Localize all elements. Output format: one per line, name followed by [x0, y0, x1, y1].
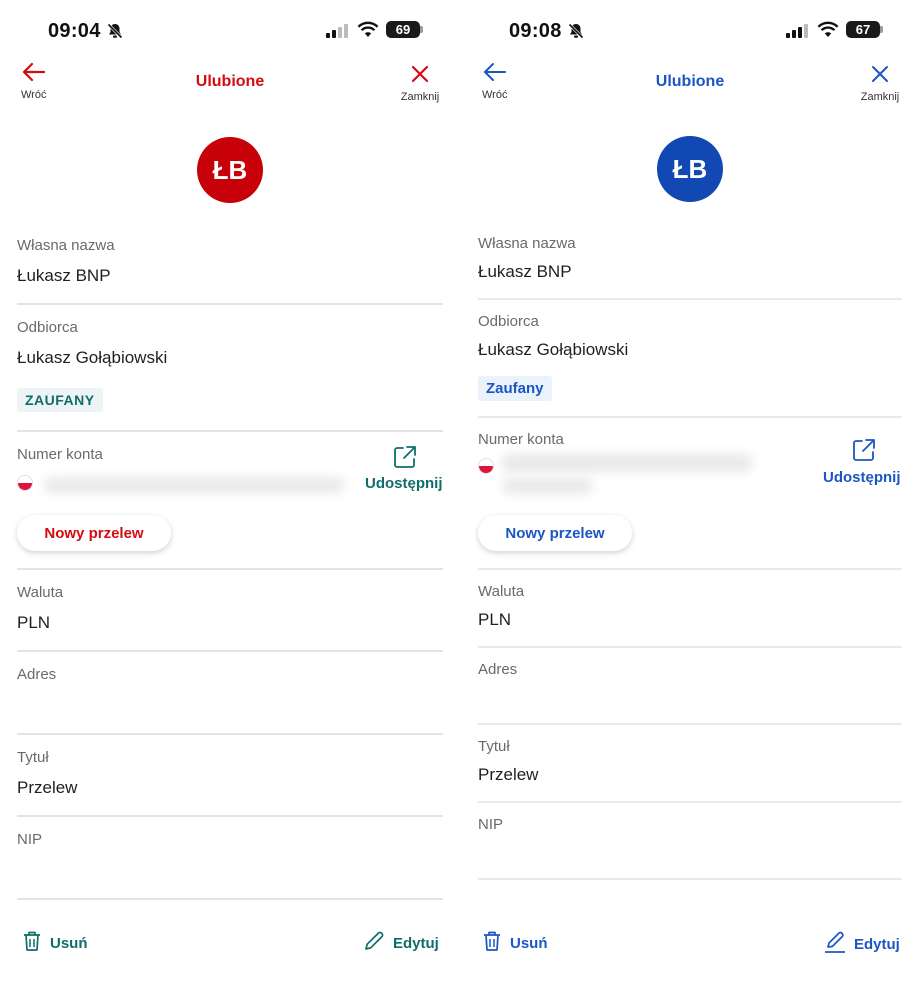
divider: [17, 430, 443, 432]
own-name-value: Łukasz BNP: [17, 266, 111, 285]
bell-muted-icon: [567, 22, 585, 45]
recipient-label: Odbiorca: [478, 313, 539, 330]
poland-flag-icon: [478, 458, 494, 474]
divider: [17, 898, 443, 900]
battery-tip: [880, 26, 883, 33]
address-label: Adres: [17, 666, 57, 683]
recipient-value: Łukasz Gołąbiowski: [478, 340, 629, 359]
divider: [17, 733, 443, 735]
pencil-icon: [363, 930, 385, 956]
divider: [17, 650, 443, 652]
wifi-icon: [357, 21, 379, 43]
currency-value: PLN: [478, 610, 512, 629]
own-name-label: Własna nazwa: [17, 237, 115, 254]
delete-button[interactable]: Usuń: [482, 930, 548, 956]
trash-icon: [22, 930, 42, 956]
divider: [17, 303, 443, 305]
battery-tip: [420, 26, 423, 33]
divider: [17, 568, 443, 570]
account-number-label: Numer konta: [17, 446, 103, 463]
delete-button[interactable]: Usuń: [22, 930, 88, 956]
divider: [478, 646, 902, 648]
divider: [478, 878, 902, 880]
divider: [478, 568, 902, 570]
status-time: 09:04: [48, 20, 101, 42]
transfer-title-label: Tytuł: [17, 749, 49, 766]
share-button[interactable]: Udostępnij: [365, 475, 443, 492]
wifi-icon: [817, 21, 839, 43]
delete-label: Usuń: [510, 934, 548, 952]
poland-flag-icon: [17, 475, 33, 491]
battery-indicator: 69: [386, 21, 423, 38]
edit-button[interactable]: Edytuj: [363, 930, 439, 956]
close-icon: [396, 64, 444, 89]
transfer-title-value: Przelew: [17, 778, 78, 797]
delete-label: Usuń: [50, 934, 88, 952]
trusted-badge: ZAUFANY: [17, 388, 103, 412]
pencil-icon: [824, 930, 846, 958]
currency-value: PLN: [17, 613, 51, 632]
battery-indicator: 67: [846, 21, 883, 38]
battery-level: 69: [386, 21, 420, 38]
page-title: Ulubione: [655, 73, 725, 90]
battery-level: 67: [846, 21, 880, 38]
divider: [17, 815, 443, 817]
close-button[interactable]: Zamknij: [856, 64, 904, 103]
nip-label: NIP: [478, 816, 504, 833]
transfer-title-value: Przelew: [478, 765, 539, 784]
close-icon: [856, 64, 904, 89]
screen-left: 09:04 69 Wróć Ulubione Zamknij ŁB Własna…: [0, 0, 460, 996]
avatar: ŁB: [197, 137, 263, 203]
cellular-signal-icon: [326, 24, 348, 38]
own-name-value: Łukasz BNP: [478, 262, 572, 281]
edit-label: Edytuj: [854, 935, 900, 953]
account-number-redacted: [44, 477, 344, 493]
recipient-value: Łukasz Gołąbiowski: [17, 348, 168, 367]
own-name-label: Własna nazwa: [478, 235, 576, 252]
account-number-label: Numer konta: [478, 431, 564, 448]
transfer-title-label: Tytuł: [478, 738, 510, 755]
close-button[interactable]: Zamknij: [396, 64, 444, 103]
arrow-left-icon: [483, 62, 514, 87]
share-button[interactable]: Udostępnij: [823, 469, 901, 486]
trash-icon: [482, 930, 502, 956]
divider: [478, 416, 902, 418]
new-transfer-button[interactable]: Nowy przelew: [478, 515, 632, 551]
divider: [478, 723, 902, 725]
nip-label: NIP: [17, 831, 43, 848]
recipient-label: Odbiorca: [17, 319, 78, 336]
back-label: Wróć: [21, 89, 47, 101]
screen-right: 09:08 67 Wróć Ulubione Zamknij ŁB Własna…: [460, 0, 920, 996]
account-number-redacted: [502, 478, 592, 494]
new-transfer-button[interactable]: Nowy przelew: [17, 515, 171, 551]
page-title: Ulubione: [195, 73, 265, 90]
bell-muted-icon: [106, 22, 124, 45]
close-label: Zamknij: [400, 91, 440, 103]
back-button[interactable]: Wróć: [16, 62, 52, 101]
edit-label: Edytuj: [393, 934, 439, 952]
edit-button[interactable]: Edytuj: [824, 930, 900, 958]
address-label: Adres: [478, 661, 518, 678]
trusted-badge: Zaufany: [478, 376, 552, 401]
arrow-left-icon: [22, 62, 52, 87]
currency-label: Waluta: [478, 583, 525, 600]
share-icon[interactable]: [851, 437, 877, 468]
divider: [478, 801, 902, 803]
status-time: 09:08: [509, 20, 562, 42]
avatar: ŁB: [657, 136, 723, 202]
currency-label: Waluta: [17, 584, 64, 601]
cellular-signal-icon: [786, 24, 808, 38]
close-label: Zamknij: [860, 91, 900, 103]
divider: [478, 298, 902, 300]
account-number-redacted: [502, 454, 752, 472]
back-label: Wróć: [482, 89, 508, 101]
share-icon[interactable]: [392, 444, 418, 475]
back-button[interactable]: Wróć: [478, 62, 514, 101]
